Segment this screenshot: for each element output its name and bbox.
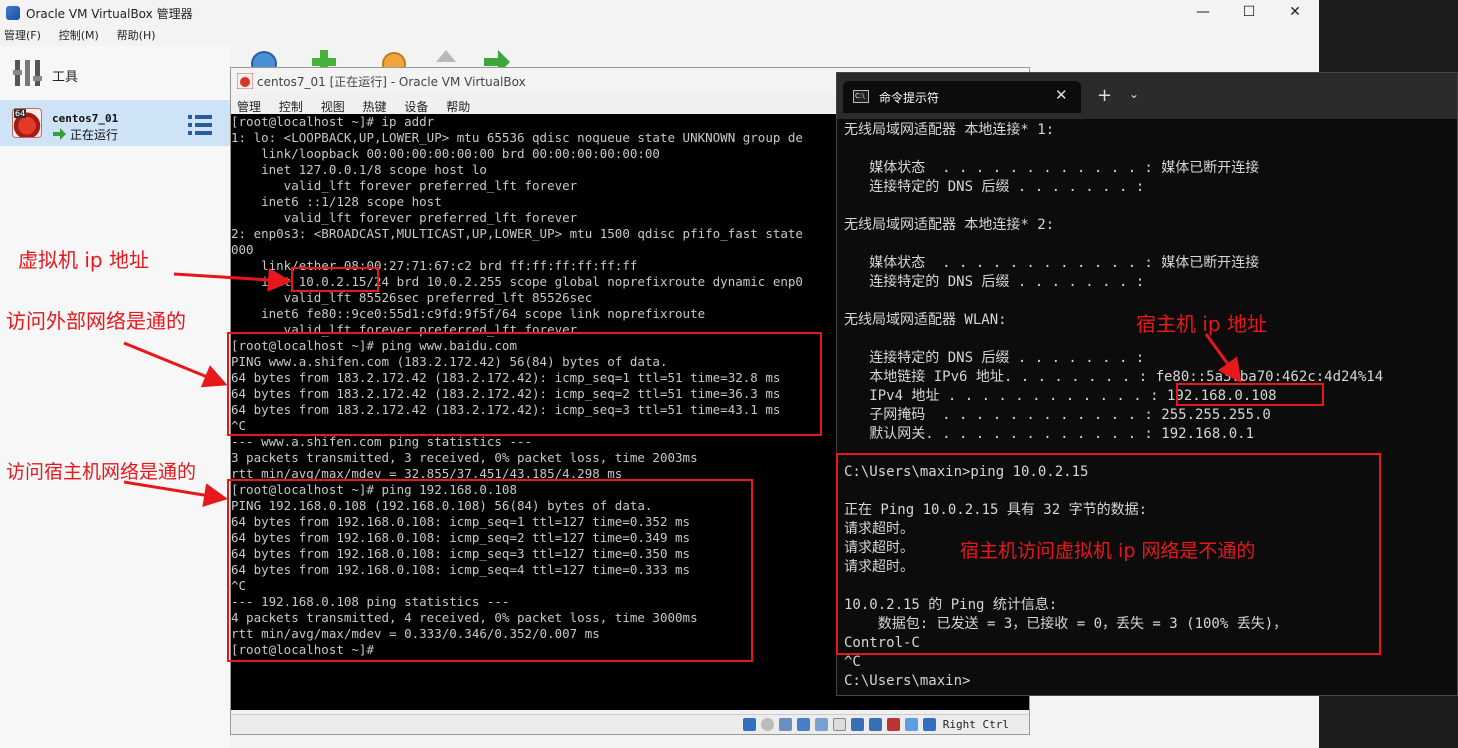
arrow-host-ip [1204,333,1242,383]
annotation-arrows [123,267,1242,507]
arrow-vm-ip [173,267,292,292]
arrow-external-ok [123,341,228,388]
arrow-host-ok [123,480,228,507]
